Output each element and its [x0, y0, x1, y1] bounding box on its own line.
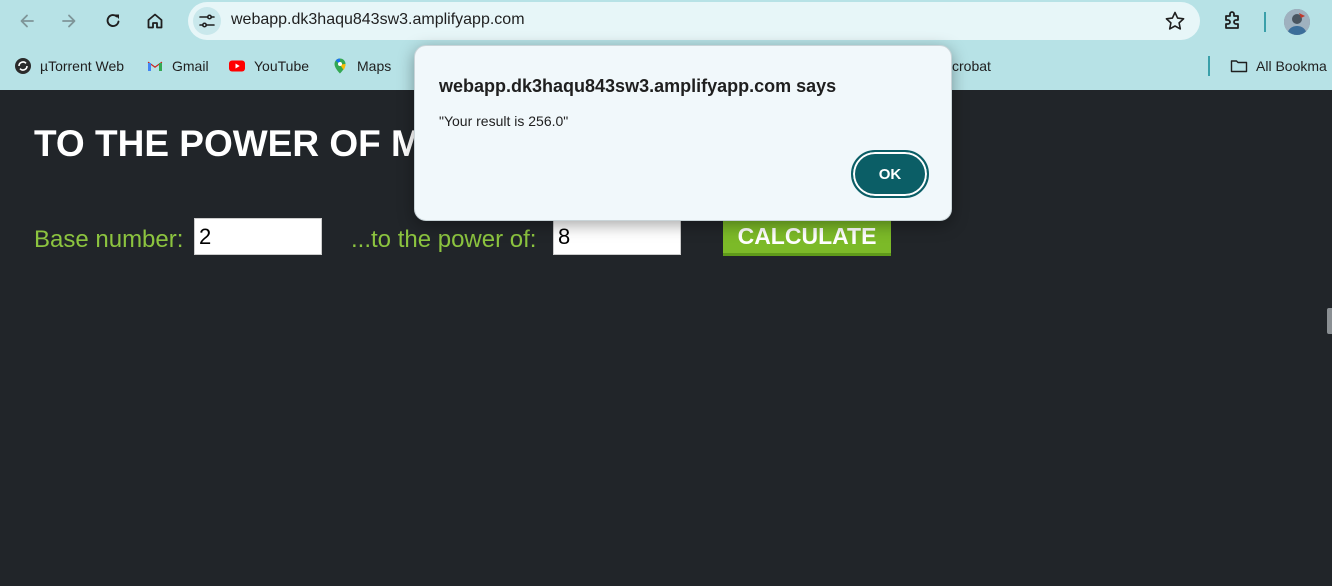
bookmark-utorrent[interactable]: µTorrent Web — [14, 54, 124, 78]
back-button[interactable] — [11, 5, 43, 37]
tune-icon — [199, 14, 215, 28]
bookmark-acrobat[interactable]: crobat — [952, 54, 991, 78]
power-label: ...to the power of: — [351, 226, 537, 253]
home-button[interactable] — [139, 5, 171, 37]
calculate-button[interactable]: CALCULATE — [723, 220, 891, 256]
utorrent-icon — [15, 58, 31, 74]
address-bar[interactable]: webapp.dk3haqu843sw3.amplifyapp.com — [188, 2, 1200, 40]
page-title: TO THE POWER OF M — [34, 123, 422, 164]
base-number-label: Base number: — [34, 226, 184, 253]
profile-picture-icon — [1284, 9, 1310, 35]
bookmark-star-icon[interactable] — [1164, 10, 1186, 32]
base-number-input[interactable] — [194, 218, 322, 255]
dialog-message: "Your result is 256.0" — [439, 113, 569, 129]
browser-toolbar: webapp.dk3haqu843sw3.amplifyapp.com — [0, 0, 1332, 42]
bookmark-label: Gmail — [172, 58, 209, 74]
bookmark-gmail[interactable]: Gmail — [146, 54, 209, 78]
bookmark-label: µTorrent Web — [40, 58, 125, 74]
extensions-puzzle-icon[interactable] — [1220, 8, 1246, 34]
all-bookmarks-label: All Bookma — [1256, 58, 1327, 74]
alert-dialog: webapp.dk3haqu843sw3.amplifyapp.com says… — [414, 45, 952, 221]
bookmark-maps[interactable]: Maps — [331, 54, 391, 78]
back-arrow-icon — [20, 14, 34, 28]
gmail-icon — [147, 61, 163, 71]
bookmarks-separator — [1208, 56, 1210, 76]
reload-button[interactable] — [97, 5, 129, 37]
site-info-button[interactable] — [193, 7, 221, 35]
profile-avatar[interactable] — [1284, 9, 1310, 35]
dialog-title: webapp.dk3haqu843sw3.amplifyapp.com says — [439, 76, 837, 96]
reload-icon — [106, 14, 120, 27]
power-input[interactable] — [553, 218, 681, 255]
url-text[interactable]: webapp.dk3haqu843sw3.amplifyapp.com — [231, 11, 525, 29]
forward-arrow-icon — [62, 14, 76, 28]
maps-icon — [334, 58, 346, 74]
home-icon — [147, 13, 163, 29]
youtube-icon — [229, 60, 245, 72]
bookmark-label: YouTube — [254, 58, 310, 74]
bookmark-label: Maps — [357, 58, 392, 74]
bookmark-label: crobat — [952, 58, 991, 74]
toolbar-separator — [1264, 12, 1266, 32]
all-bookmarks-button[interactable]: All Bookma — [1230, 54, 1327, 78]
scrollbar-thumb[interactable] — [1327, 308, 1332, 334]
ok-button[interactable]: OK — [851, 150, 929, 198]
bookmark-youtube[interactable]: YouTube — [228, 54, 309, 78]
forward-button[interactable] — [53, 5, 85, 37]
folder-icon — [1230, 60, 1248, 73]
